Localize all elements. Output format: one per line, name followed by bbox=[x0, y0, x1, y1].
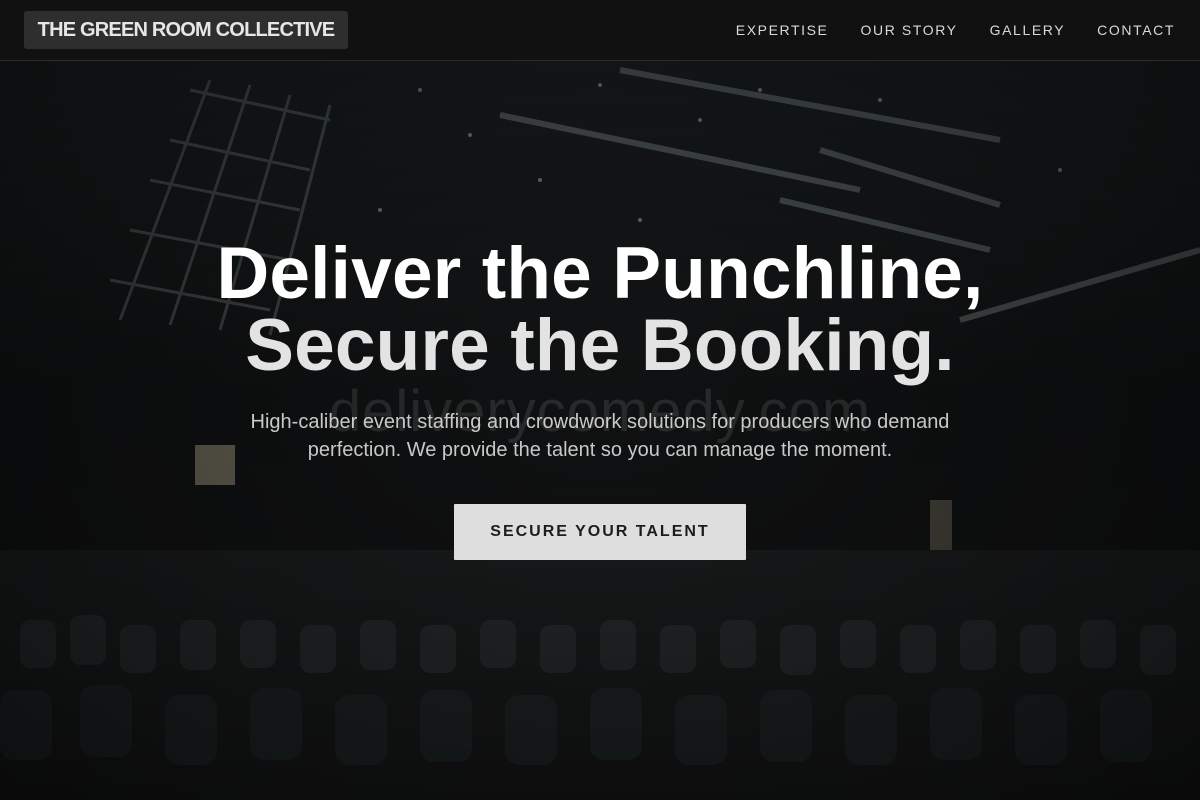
nav-links: EXPERTISE OUR STORY GALLERY CONTACT bbox=[736, 0, 1175, 60]
hero-section: Deliver the Punchline, Secure the Bookin… bbox=[0, 60, 1200, 800]
landing-page: THE GREEN ROOM COLLECTIVE EXPERTISE OUR … bbox=[0, 0, 1200, 800]
hero-headline-line-2: Secure the Booking. bbox=[245, 305, 955, 386]
nav-link-gallery[interactable]: GALLERY bbox=[990, 22, 1066, 38]
secure-your-talent-button[interactable]: SECURE YOUR TALENT bbox=[454, 504, 746, 560]
brand-logo[interactable]: THE GREEN ROOM COLLECTIVE bbox=[24, 11, 348, 49]
hero-headline: Deliver the Punchline, Secure the Bookin… bbox=[0, 233, 1200, 386]
nav-link-our-story[interactable]: OUR STORY bbox=[861, 22, 958, 38]
hero-headline-line-1: Deliver the Punchline, bbox=[216, 233, 984, 314]
watermark-text: deliverycomedy.com bbox=[328, 379, 872, 444]
nav-link-contact[interactable]: CONTACT bbox=[1097, 22, 1175, 38]
nav-link-expertise[interactable]: EXPERTISE bbox=[736, 22, 829, 38]
top-navbar: THE GREEN ROOM COLLECTIVE EXPERTISE OUR … bbox=[0, 0, 1200, 61]
